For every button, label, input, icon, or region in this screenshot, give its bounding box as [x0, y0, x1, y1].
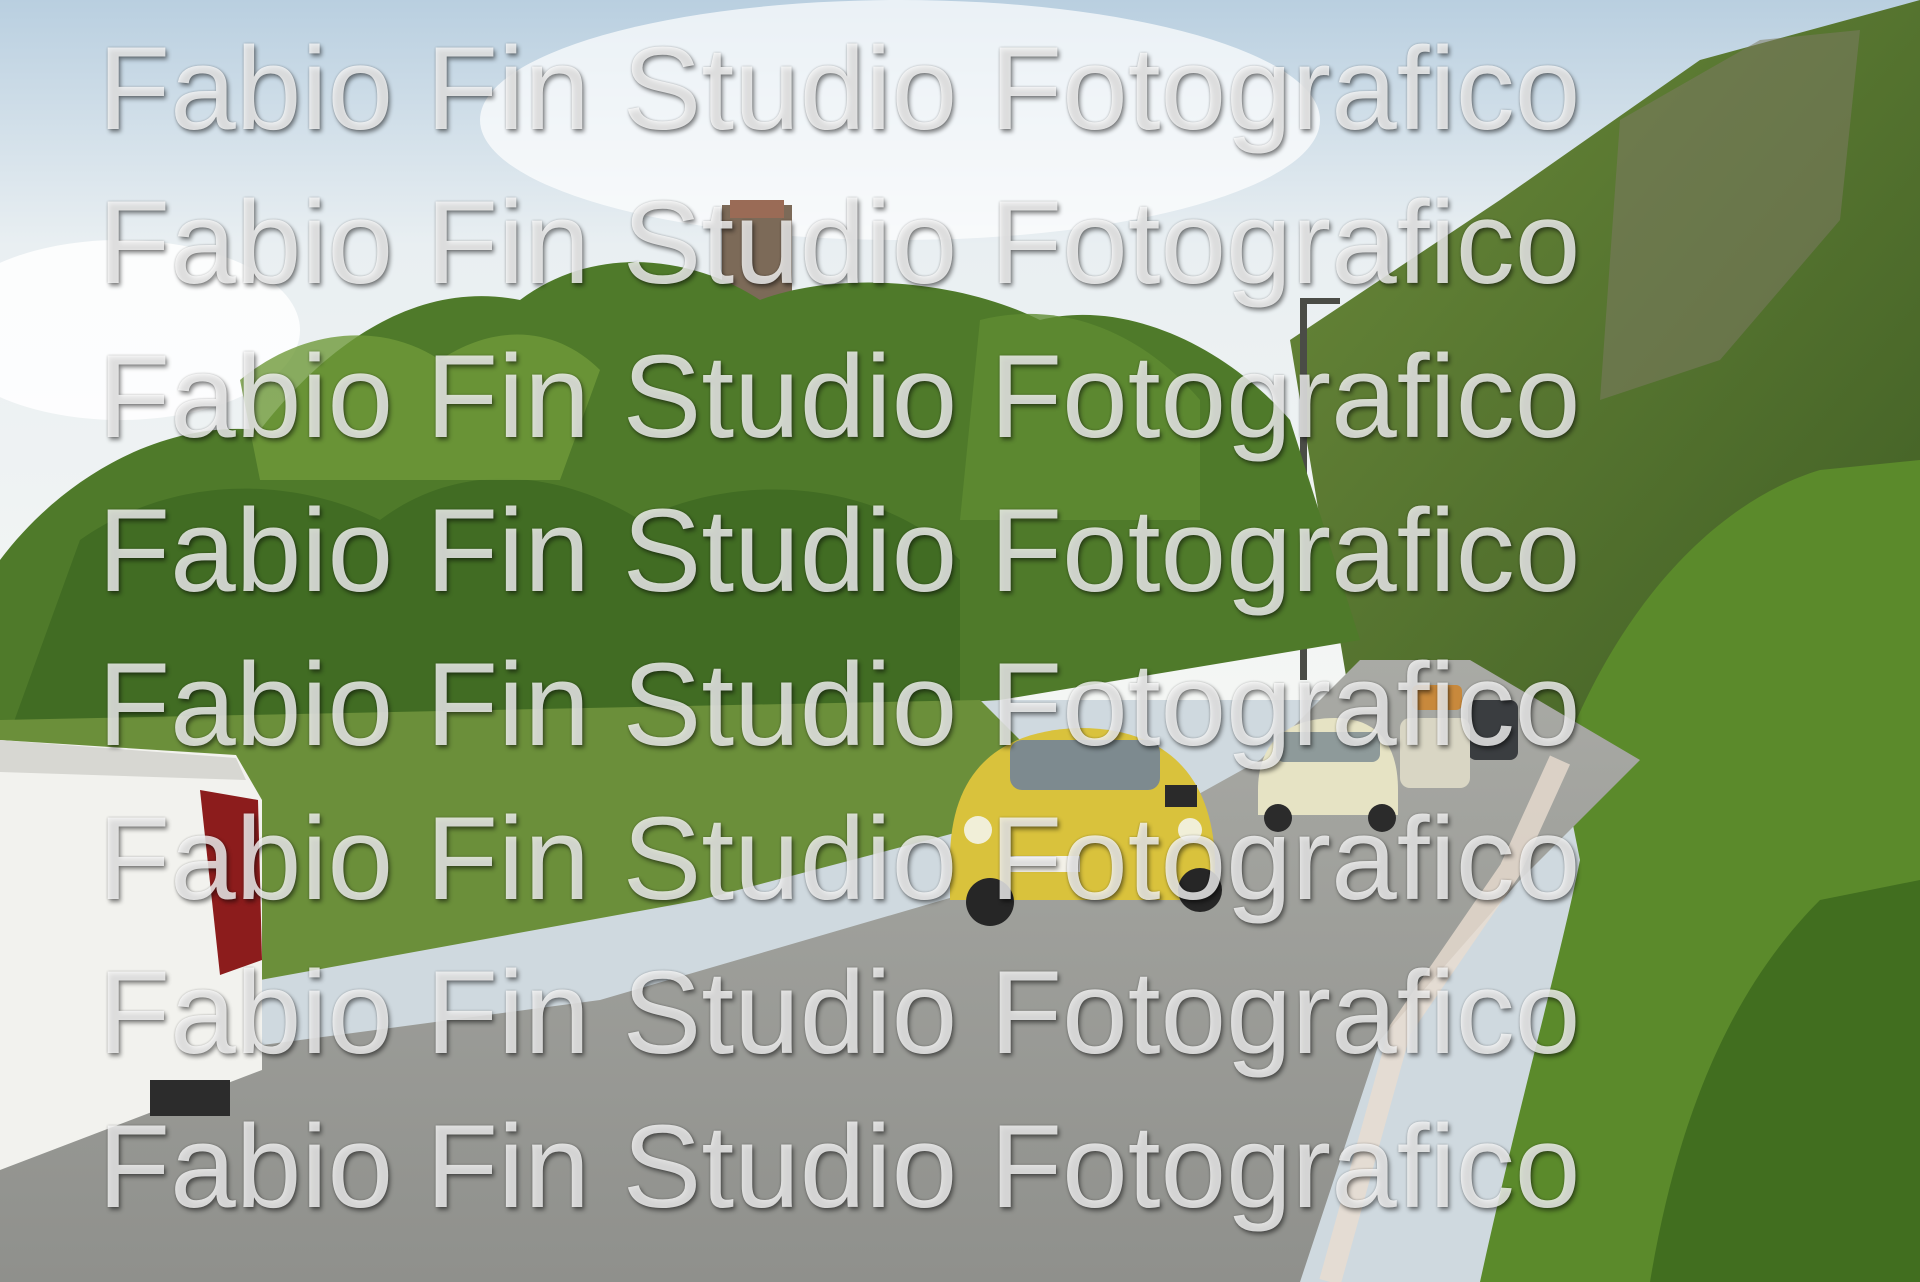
cloud: [480, 0, 1320, 240]
photo: [0, 0, 1920, 1282]
yellow-car: [950, 728, 1222, 926]
distant-car: [1468, 700, 1518, 760]
cream-car: [1258, 718, 1398, 832]
distant-car: [1400, 718, 1470, 788]
photo-scene: Fabio Fin Studio Fotografico Fabio Fin S…: [0, 0, 1920, 1282]
distant-car: [1412, 685, 1462, 710]
white-pickup: [0, 740, 262, 1170]
